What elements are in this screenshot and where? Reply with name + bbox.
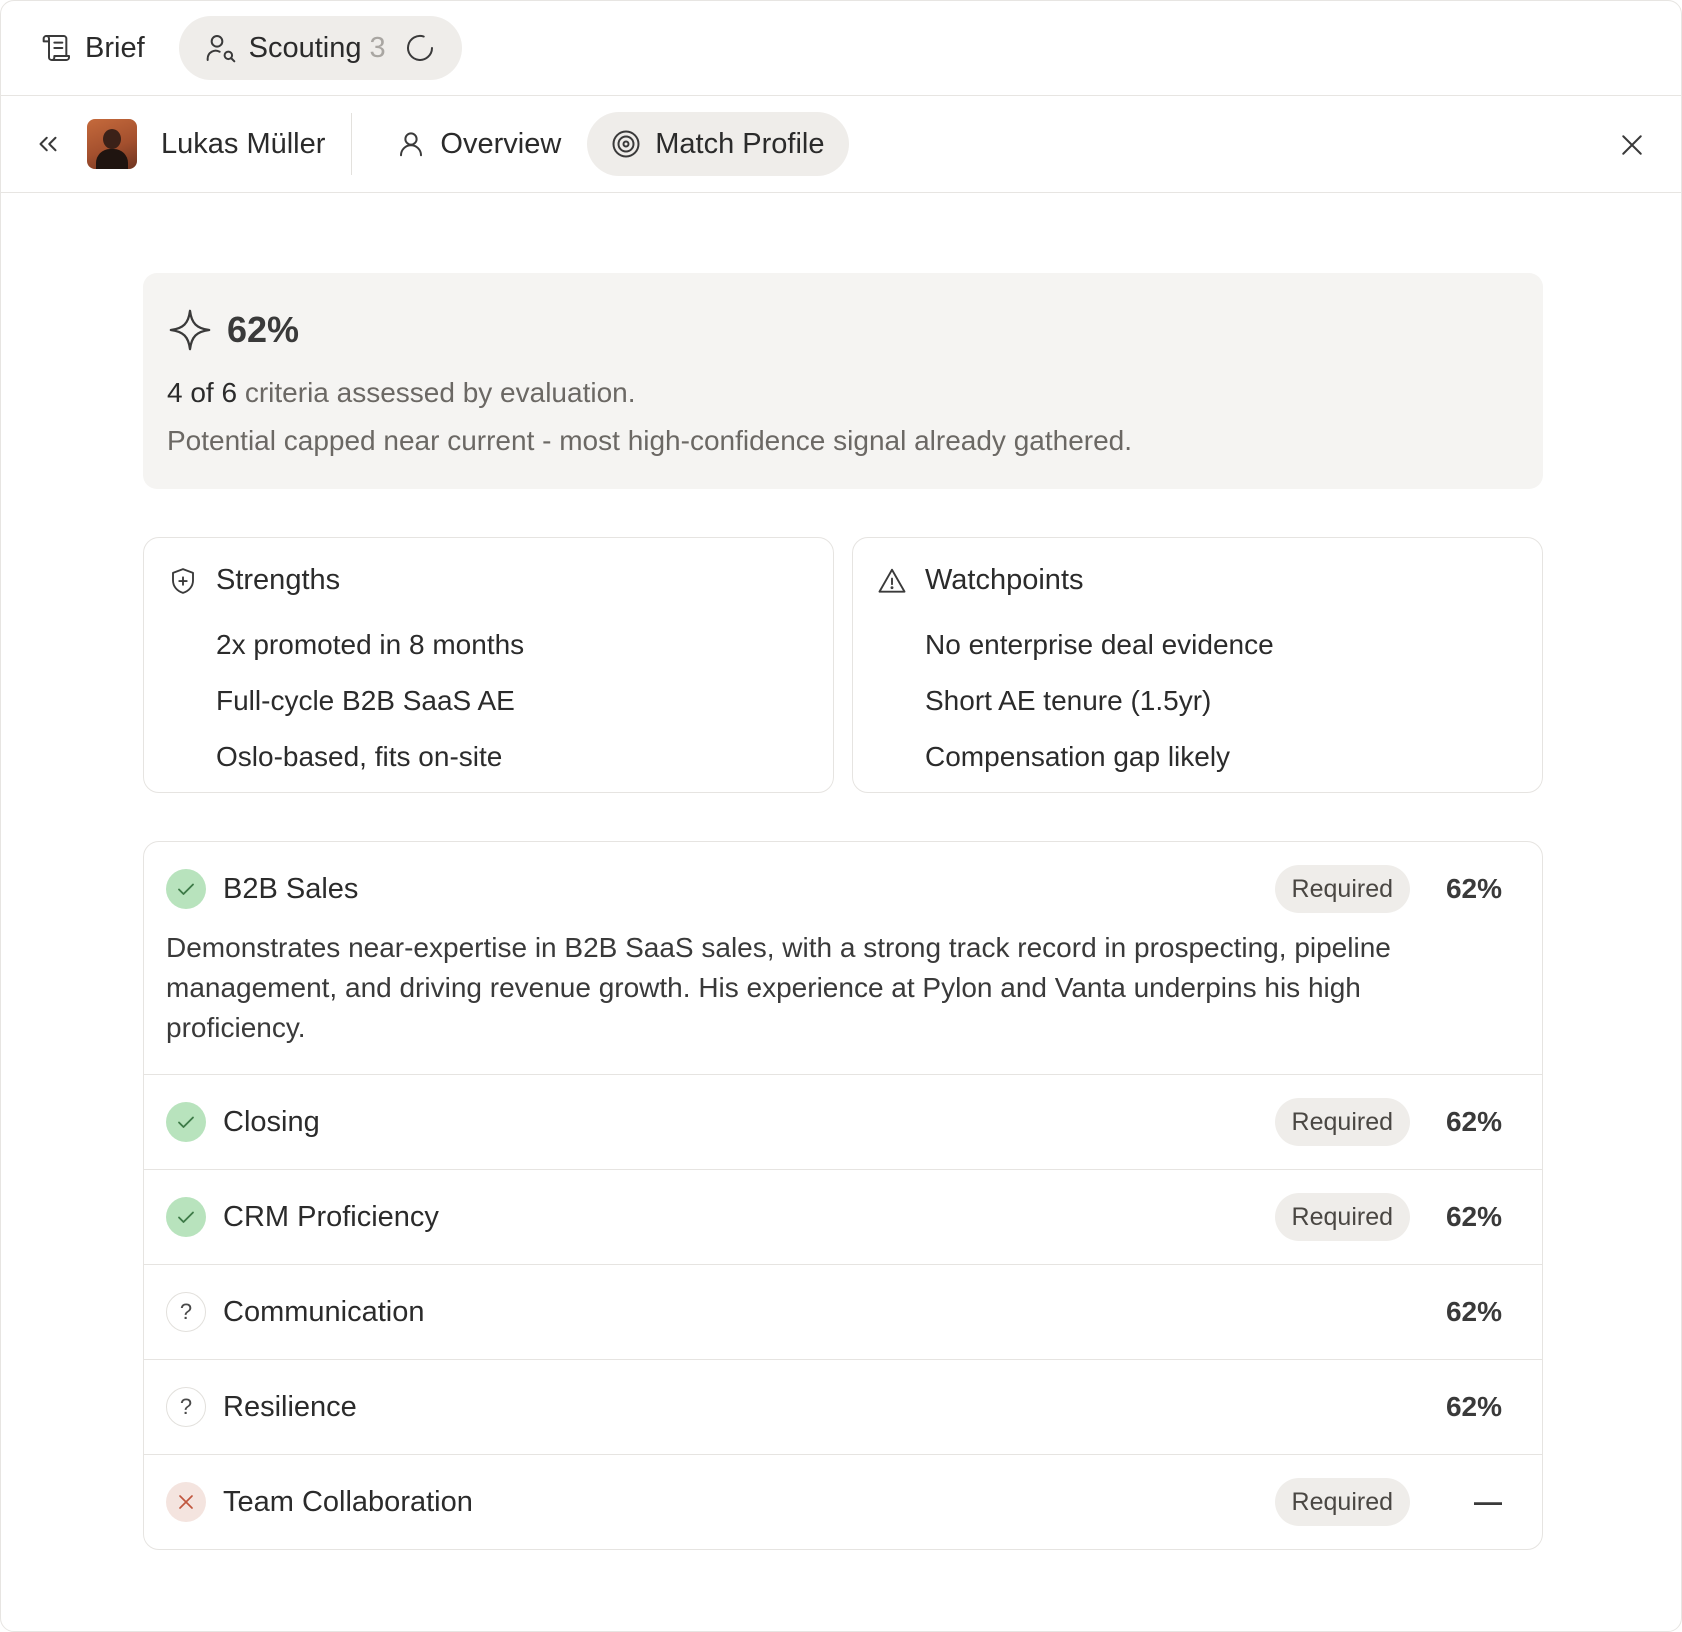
strengths-title: Strengths: [216, 564, 341, 596]
strength-item: Oslo-based, fits on-site: [216, 741, 503, 772]
assessed-count: 4 of 6: [167, 377, 238, 408]
top-tab-bar: Brief Scouting 3: [1, 1, 1681, 96]
strength-item: Full-cycle B2B SaaS AE: [216, 685, 515, 716]
tab-scouting-label: Scouting: [248, 31, 362, 64]
criterion-row-communication[interactable]: ? Communication 62%: [144, 1265, 1542, 1360]
criterion-row-crm-proficiency[interactable]: CRM Proficiency Required 62%: [144, 1170, 1542, 1265]
scroll-icon: [41, 32, 73, 64]
scouting-count-badge: 3: [369, 31, 386, 64]
criterion-name: Resilience: [223, 1390, 357, 1423]
tab-brief[interactable]: Brief: [31, 16, 165, 80]
candidate-name: Lukas Müller: [161, 127, 326, 160]
tab-overview[interactable]: Overview: [372, 112, 585, 176]
strengths-card: Strengths 2x promoted in 8 months Full-c…: [143, 537, 834, 793]
chevrons-left-icon[interactable]: [33, 129, 63, 159]
match-profile-content: 62% 4 of 6 criteria assessed by evaluati…: [143, 273, 1543, 1550]
strength-item: 2x promoted in 8 months: [216, 629, 525, 660]
tab-match-profile[interactable]: Match Profile: [587, 112, 849, 176]
tab-scouting[interactable]: Scouting 3: [178, 16, 462, 80]
x-icon: [166, 1482, 206, 1522]
user-icon: [396, 129, 426, 159]
criterion-row-team-collaboration[interactable]: Team Collaboration Required —: [144, 1455, 1542, 1549]
assessed-summary: 4 of 6 criteria assessed by evaluation.: [167, 377, 1519, 409]
candidate-header: Lukas Müller Overview Match Profile: [1, 96, 1681, 193]
match-summary-panel: 62% 4 of 6 criteria assessed by evaluati…: [143, 273, 1543, 489]
sparkle-icon: [167, 307, 213, 353]
close-icon[interactable]: [1617, 130, 1647, 160]
watchpoint-item: Short AE tenure (1.5yr): [925, 685, 1212, 716]
check-icon: [166, 869, 206, 909]
insight-cards: Strengths 2x promoted in 8 months Full-c…: [143, 537, 1543, 793]
watchpoints-title: Watchpoints: [925, 564, 1084, 596]
watchpoints-card: Watchpoints No enterprise deal evidence …: [852, 537, 1543, 793]
criterion-score: 62%: [1445, 1296, 1502, 1327]
criterion-name: B2B Sales: [223, 872, 359, 905]
watchpoint-item: No enterprise deal evidence: [925, 629, 1274, 660]
criterion-name: Closing: [223, 1105, 320, 1138]
watchpoint-item: Compensation gap likely: [925, 741, 1231, 772]
avatar: [87, 119, 137, 169]
criteria-list: B2B Sales Required 62% Demonstrates near…: [143, 841, 1543, 1550]
criterion-score: 62%: [1445, 873, 1502, 904]
criterion-name: Team Collaboration: [223, 1485, 473, 1518]
required-badge: Required: [1274, 1193, 1410, 1241]
check-icon: [166, 1197, 206, 1237]
question-icon: ?: [166, 1387, 206, 1427]
tab-brief-label: Brief: [85, 31, 145, 64]
question-icon: ?: [166, 1292, 206, 1332]
warning-triangle-icon: [877, 566, 907, 596]
criterion-score: 62%: [1445, 1201, 1502, 1232]
criterion-score: —: [1474, 1486, 1502, 1517]
tab-match-profile-label: Match Profile: [655, 127, 825, 160]
criterion-name: Communication: [223, 1295, 425, 1328]
app-window: Brief Scouting 3 Lukas Müller Overview M…: [0, 0, 1682, 1632]
criterion-score: 62%: [1445, 1391, 1502, 1422]
tab-overview-label: Overview: [440, 127, 562, 160]
criterion-score: 62%: [1445, 1106, 1502, 1137]
criterion-row-closing[interactable]: Closing Required 62%: [144, 1075, 1542, 1170]
shield-plus-icon: [168, 566, 198, 596]
required-badge: Required: [1274, 1098, 1410, 1146]
required-badge: Required: [1274, 865, 1410, 913]
target-icon: [611, 129, 641, 159]
criterion-row-resilience[interactable]: ? Resilience 62%: [144, 1360, 1542, 1455]
required-badge: Required: [1274, 1478, 1410, 1526]
header-divider: [351, 113, 353, 175]
criterion-description: Demonstrates near-expertise in B2B SaaS …: [166, 932, 1391, 1043]
match-score: 62%: [227, 309, 300, 350]
assessed-suffix: criteria assessed by evaluation.: [237, 377, 636, 408]
criterion-row-b2b-sales[interactable]: B2B Sales Required 62% Demonstrates near…: [144, 842, 1542, 1075]
loading-spinner-icon: [404, 32, 436, 64]
criterion-name: CRM Proficiency: [223, 1200, 439, 1233]
user-search-icon: [205, 32, 237, 64]
potential-note: Potential capped near current - most hig…: [167, 425, 1133, 456]
check-icon: [166, 1102, 206, 1142]
